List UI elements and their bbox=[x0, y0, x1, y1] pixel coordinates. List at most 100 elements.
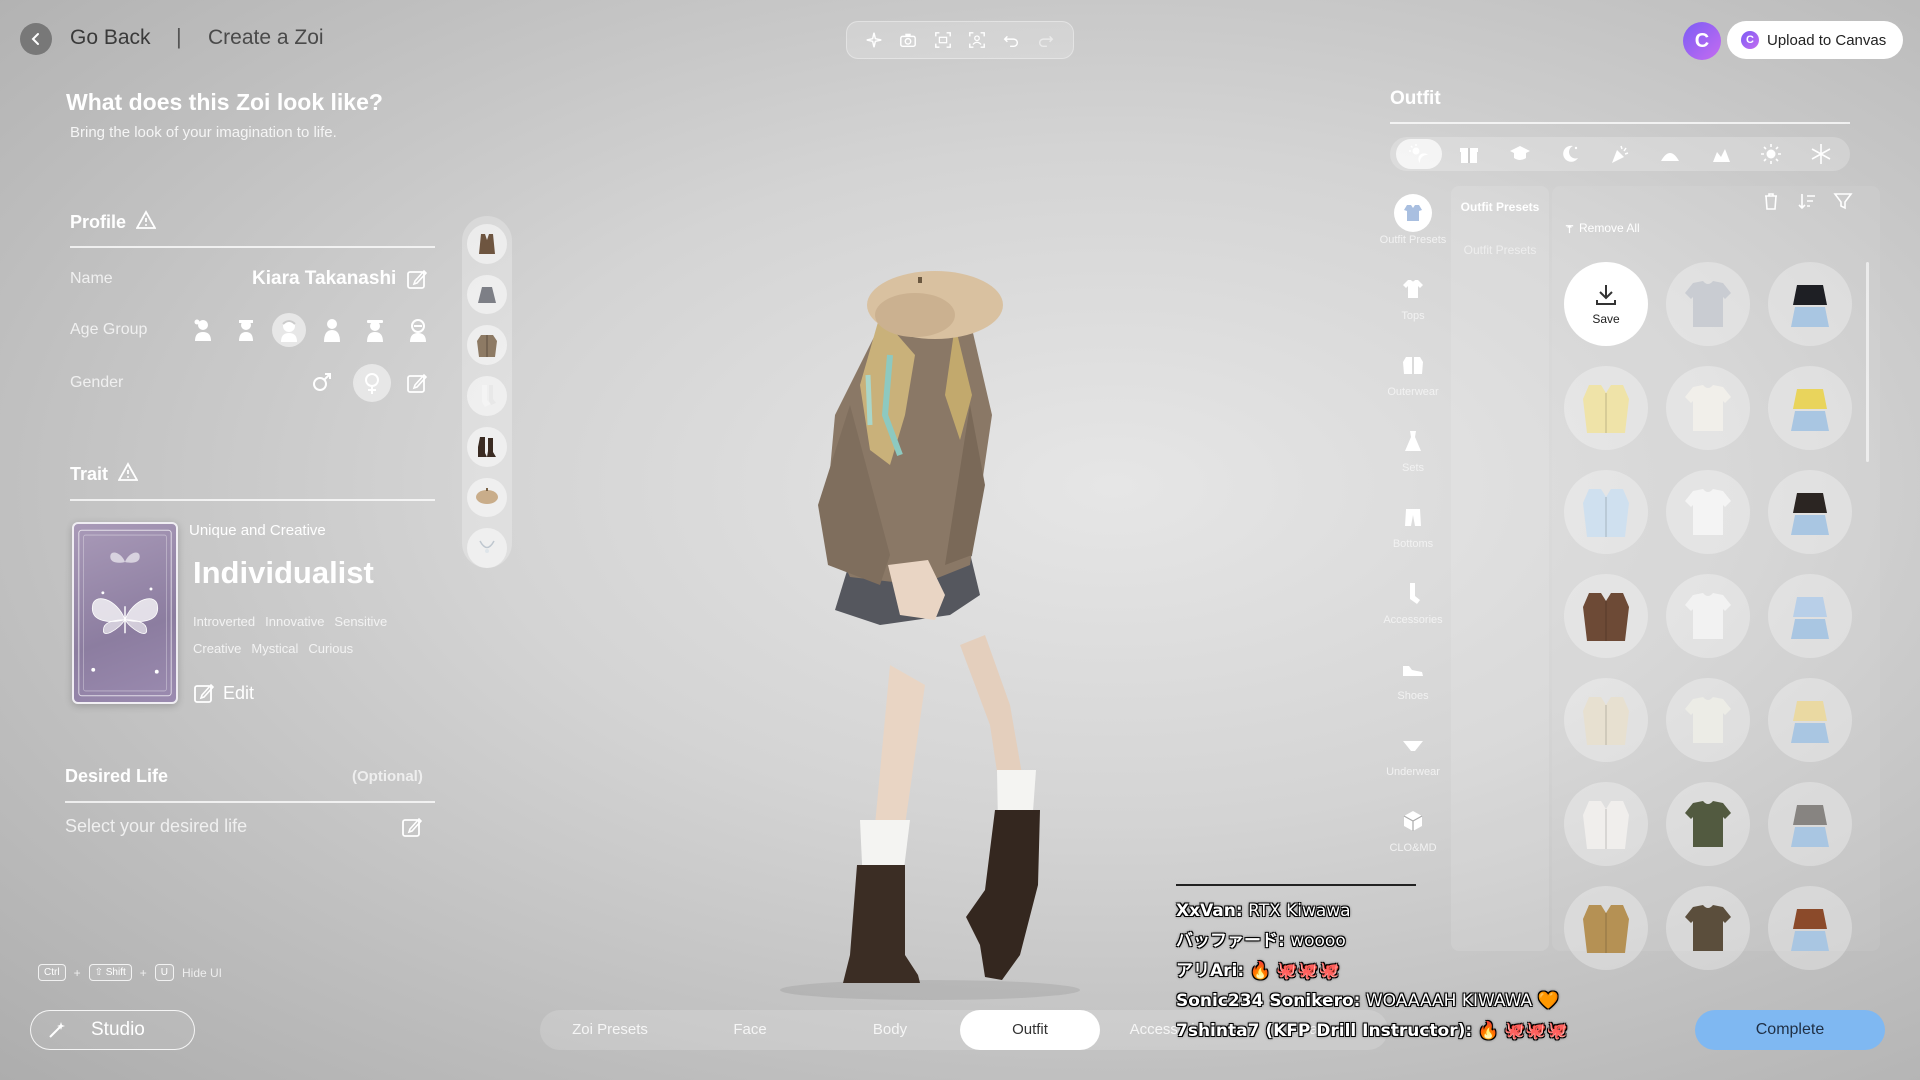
trait-divider bbox=[70, 499, 435, 501]
complete-button[interactable]: Complete bbox=[1695, 1010, 1885, 1050]
subcategory-panel bbox=[1451, 186, 1549, 951]
tab-body[interactable]: Body bbox=[820, 1010, 960, 1050]
elder-icon[interactable] bbox=[401, 313, 435, 347]
night-icon[interactable] bbox=[1547, 139, 1593, 169]
outfit-item-olive-jacket[interactable] bbox=[1666, 886, 1750, 970]
party-icon[interactable] bbox=[1597, 139, 1643, 169]
outfit-item-white-blouse[interactable] bbox=[1666, 678, 1750, 762]
edit-gender-icon[interactable] bbox=[406, 372, 428, 399]
tab-outfit[interactable]: Outfit bbox=[960, 1010, 1100, 1050]
graduation-icon[interactable] bbox=[1497, 139, 1543, 169]
category-underwear[interactable]: Underwear bbox=[1378, 722, 1448, 798]
camera-icon[interactable] bbox=[896, 28, 920, 52]
outfit-presets-icon bbox=[1394, 194, 1432, 232]
grid-scrollbar[interactable] bbox=[1866, 262, 1869, 462]
back-button[interactable] bbox=[20, 23, 52, 55]
category-sets[interactable]: Sets bbox=[1378, 418, 1448, 494]
go-back-link[interactable]: Go Back bbox=[70, 26, 151, 50]
adult-icon[interactable] bbox=[358, 313, 392, 347]
outfit-item-white-crop-sweater[interactable] bbox=[1564, 782, 1648, 866]
summer-icon[interactable] bbox=[1748, 139, 1794, 169]
tab-face[interactable]: Face bbox=[680, 1010, 820, 1050]
skirt-icon[interactable] bbox=[467, 274, 507, 315]
outerwear-icon bbox=[1394, 346, 1432, 384]
vest-icon[interactable] bbox=[467, 224, 507, 264]
page-breadcrumb-title: Create a Zoi bbox=[208, 26, 324, 49]
subcategory-active[interactable]: Outfit Presets bbox=[1451, 190, 1549, 224]
studio-button[interactable]: Studio bbox=[30, 1010, 195, 1050]
character-model[interactable] bbox=[740, 265, 1100, 1005]
underwear-icon bbox=[1394, 726, 1432, 764]
sparkle-icon[interactable] bbox=[862, 28, 886, 52]
upload-to-canvas-button[interactable]: C Upload to Canvas bbox=[1727, 21, 1903, 59]
redo-icon[interactable] bbox=[1034, 28, 1058, 52]
tab-zoi-presets[interactable]: Zoi Presets bbox=[540, 1010, 680, 1050]
outfit-item-brown-crop-tank[interactable] bbox=[1564, 574, 1648, 658]
outfit-item-black-puffer[interactable] bbox=[1768, 262, 1852, 346]
canva-logo: C bbox=[1683, 22, 1721, 60]
remove-all-label: Remove All bbox=[1579, 221, 1640, 235]
desired-life-select[interactable]: Select your desired life bbox=[65, 816, 247, 837]
trait-edit-button[interactable]: Edit bbox=[193, 682, 254, 704]
edit-desired-life-icon[interactable] bbox=[401, 816, 423, 843]
winter-icon[interactable] bbox=[1798, 139, 1844, 169]
outfit-item-floral-shirt[interactable] bbox=[1564, 470, 1648, 554]
screenshot-icon[interactable] bbox=[931, 28, 955, 52]
young-adult-icon[interactable] bbox=[315, 313, 349, 347]
male-icon[interactable] bbox=[306, 366, 338, 398]
desired-life-divider bbox=[65, 801, 435, 803]
trash-icon[interactable] bbox=[1760, 190, 1782, 212]
stocking-icon bbox=[1394, 574, 1432, 612]
outfit-item-grey-tank-top[interactable] bbox=[1768, 782, 1852, 866]
subcategory-item[interactable]: Outfit Presets bbox=[1451, 238, 1549, 262]
outfit-item-striped-sweater[interactable] bbox=[1666, 782, 1750, 866]
category-clo-md[interactable]: CLO&MD bbox=[1378, 798, 1448, 874]
category-accessories[interactable]: Accessories bbox=[1378, 570, 1448, 646]
trait-tag: Curious bbox=[308, 641, 354, 656]
teen-icon[interactable] bbox=[272, 313, 306, 347]
category-label: Shoes bbox=[1397, 690, 1429, 702]
warning-icon[interactable] bbox=[135, 210, 157, 235]
female-icon[interactable] bbox=[353, 364, 391, 402]
clothing-thumbnail bbox=[1791, 701, 1829, 743]
filter-icon[interactable] bbox=[1832, 190, 1854, 212]
outfit-item-grey-sweatshirt[interactable] bbox=[1666, 262, 1750, 346]
category-tops[interactable]: Tops bbox=[1378, 266, 1448, 342]
jacket-icon[interactable] bbox=[467, 325, 507, 366]
remove-all-icon bbox=[1565, 224, 1574, 233]
outfit-item-black-crop-top[interactable] bbox=[1768, 470, 1852, 554]
boots-icon[interactable] bbox=[467, 426, 507, 467]
remove-all-button[interactable]: Remove All bbox=[1564, 221, 1640, 235]
undo-icon[interactable] bbox=[999, 28, 1023, 52]
save-outfit-button[interactable]: Save bbox=[1564, 262, 1648, 346]
trait-card-image[interactable] bbox=[72, 522, 178, 704]
warning-icon[interactable] bbox=[117, 462, 139, 487]
outfit-item-yellow-blouse[interactable] bbox=[1768, 678, 1852, 762]
outfit-item-free-spirit-tee[interactable] bbox=[1666, 574, 1750, 658]
outfit-item-yellow-cami-shorts[interactable] bbox=[1564, 366, 1648, 450]
swimwear-icon[interactable] bbox=[1647, 139, 1693, 169]
category-shoes[interactable]: Shoes bbox=[1378, 646, 1448, 722]
outfit-item-yellow-tee-jeans[interactable] bbox=[1768, 366, 1852, 450]
outfit-item-white-floral-top[interactable] bbox=[1666, 366, 1750, 450]
outfit-item-brown-leather-jacket[interactable] bbox=[1768, 886, 1852, 970]
category-outfit-presets[interactable]: Outfit Presets bbox=[1378, 190, 1448, 266]
gift-icon[interactable] bbox=[1446, 139, 1492, 169]
outfit-item-cream-cardigan[interactable] bbox=[1564, 678, 1648, 762]
hiking-icon[interactable] bbox=[1698, 139, 1744, 169]
outfit-item-denim-shirt[interactable] bbox=[1768, 574, 1852, 658]
beret-icon[interactable] bbox=[467, 477, 507, 518]
sort-icon[interactable] bbox=[1796, 190, 1818, 212]
infant-icon[interactable] bbox=[186, 313, 220, 347]
all-seasons-icon[interactable] bbox=[1396, 139, 1442, 169]
focus-icon[interactable] bbox=[965, 28, 989, 52]
butterfly-icon bbox=[78, 529, 172, 697]
clothing-thumbnail bbox=[1583, 801, 1629, 849]
outfit-item-raglan-tee[interactable] bbox=[1666, 470, 1750, 554]
edit-name-icon[interactable] bbox=[406, 268, 428, 295]
necklace-icon[interactable] bbox=[467, 528, 507, 569]
socks-icon[interactable] bbox=[467, 376, 507, 416]
child-icon[interactable] bbox=[229, 313, 263, 347]
category-outerwear[interactable]: Outerwear bbox=[1378, 342, 1448, 418]
category-bottoms[interactable]: Bottoms bbox=[1378, 494, 1448, 570]
